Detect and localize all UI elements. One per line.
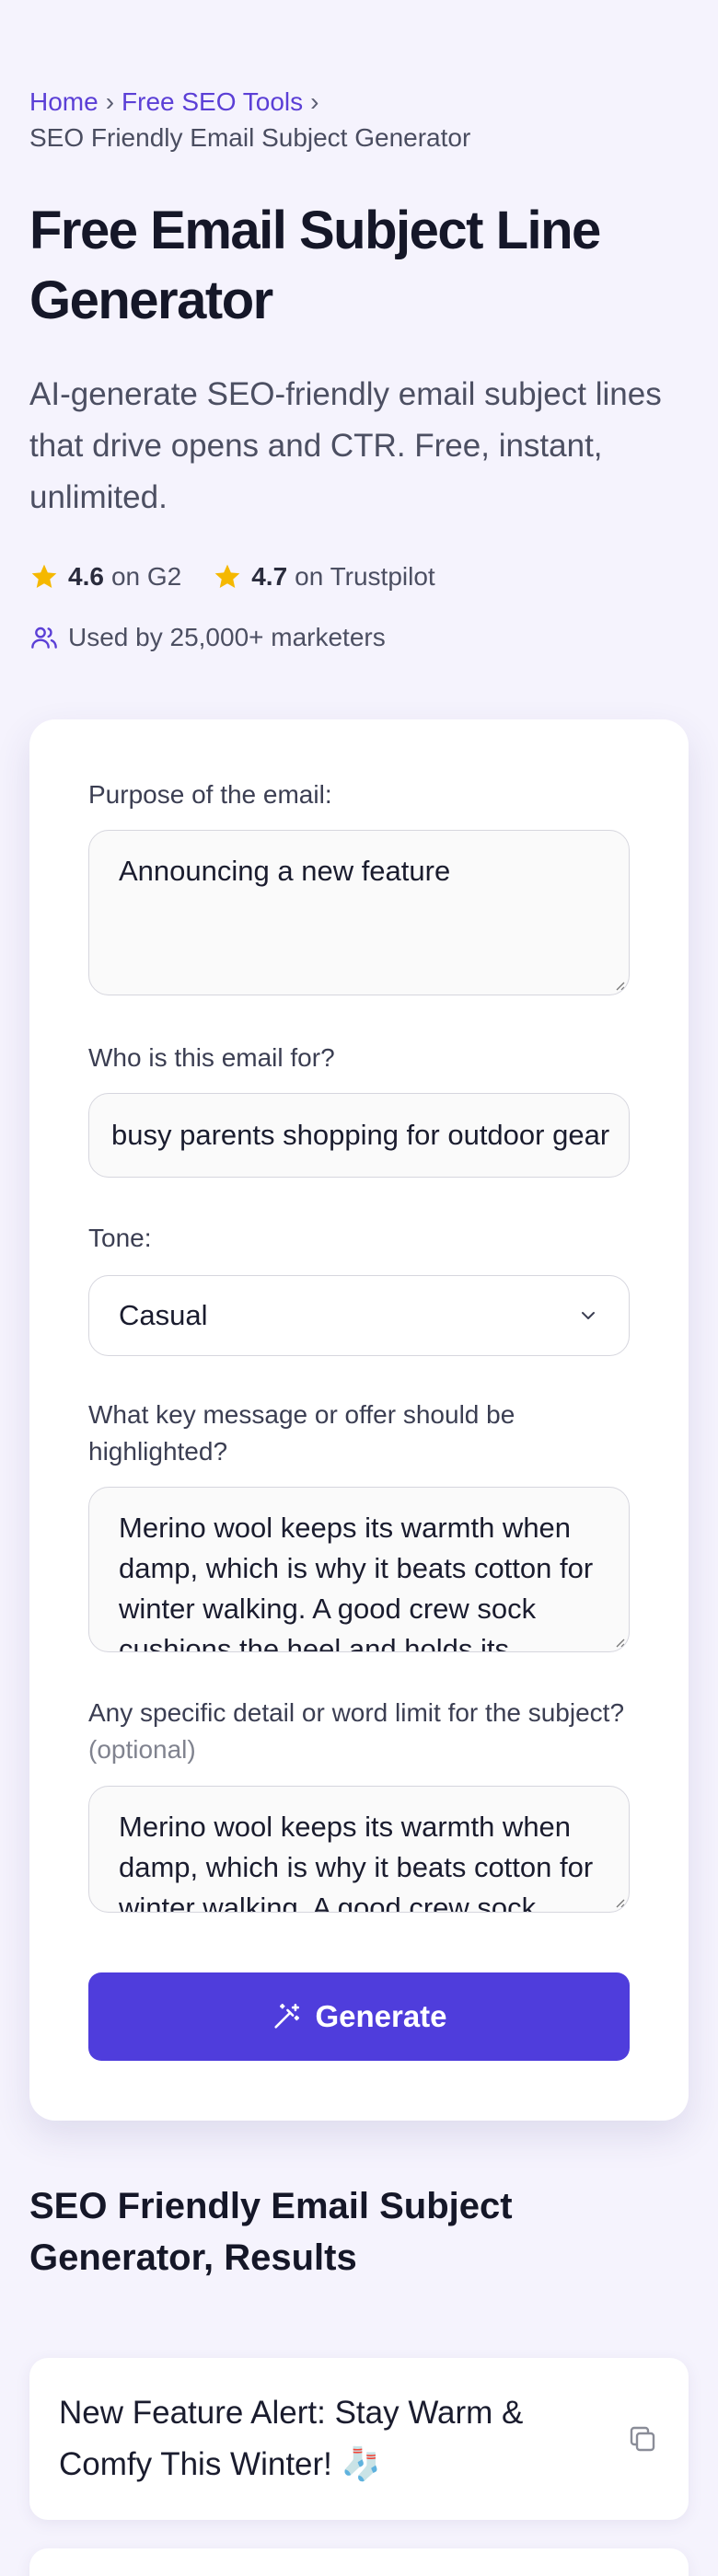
message-label: What key message or offer should be high… bbox=[88, 1400, 515, 1466]
result-text: New Feature Alert: Stay Warm & Comfy Thi… bbox=[59, 2395, 524, 2482]
magic-wand-icon bbox=[274, 2003, 300, 2029]
detail-label: Any specific detail or word limit for th… bbox=[88, 1695, 630, 1768]
rating-trustpilot: 4.7 on Trustpilot bbox=[213, 562, 435, 592]
rating-site: on G2 bbox=[110, 562, 182, 591]
tone-select[interactable]: Casual bbox=[88, 1275, 630, 1356]
users-icon bbox=[31, 627, 57, 649]
results-title: SEO Friendly Email Subject Generator, Re… bbox=[29, 2186, 513, 2278]
rating-g2: 4.6 on G2 bbox=[29, 562, 181, 592]
rating-score: 4.7 bbox=[251, 562, 288, 591]
breadcrumb: Home › Free SEO Tools › SEO Friendly Email … bbox=[29, 0, 689, 155]
breadcrumb-current: SEO Friendly Email Subject Generator bbox=[29, 123, 471, 152]
purpose-label: Purpose of the email: bbox=[88, 780, 332, 809]
chevron-down-icon bbox=[582, 1312, 595, 1319]
breadcrumb-home-link[interactable]: Home bbox=[29, 87, 98, 116]
audience-value: busy parents shopping for outdoor gear bbox=[111, 1119, 610, 1151]
breadcrumb-tools-link[interactable]: Free SEO Tools bbox=[122, 87, 303, 116]
resize-handle-icon[interactable] bbox=[612, 978, 625, 991]
users-count: Used by 25,000+ marketers bbox=[29, 623, 689, 652]
purpose-textarea[interactable]: Announcing a new feature bbox=[88, 830, 630, 995]
star-icon bbox=[214, 564, 240, 588]
detail-textarea[interactable]: Merino wool keeps its warmth when damp, … bbox=[88, 1786, 630, 1913]
detail-optional: (optional) bbox=[88, 1735, 196, 1764]
result-item: New Feature Alert: Stay Warm & Comfy Thi… bbox=[29, 2358, 689, 2520]
page-title: Free Email Subject Line Generator bbox=[29, 201, 601, 330]
tone-value: Casual bbox=[119, 1299, 208, 1331]
users-text: Used by 25,000+ marketers bbox=[68, 623, 386, 651]
rating-score: 4.6 bbox=[68, 562, 104, 591]
result-item bbox=[29, 2548, 689, 2576]
generate-button[interactable]: Generate bbox=[88, 1972, 630, 2061]
generator-form: Purpose of the email: Announcing a new f… bbox=[29, 719, 689, 2121]
detail-value: Merino wool keeps its warmth when damp, … bbox=[119, 1811, 594, 1913]
resize-handle-icon[interactable] bbox=[612, 1635, 625, 1648]
message-textarea[interactable]: Merino wool keeps its warmth when damp, … bbox=[88, 1487, 630, 1652]
breadcrumb-separator: › bbox=[105, 87, 115, 116]
copy-icon[interactable] bbox=[626, 2422, 659, 2455]
purpose-value: Announcing a new feature bbox=[119, 855, 451, 887]
ratings-row: 4.6 on G2 4.7 on Trustpilot bbox=[29, 562, 689, 592]
audience-input[interactable]: busy parents shopping for outdoor gear bbox=[88, 1093, 630, 1178]
generate-label: Generate bbox=[315, 1999, 447, 2033]
audience-label: Who is this email for? bbox=[88, 1043, 335, 1072]
detail-label-text: Any specific detail or word limit for th… bbox=[88, 1698, 625, 1727]
page-subtitle: AI-generate SEO-friendly email subject l… bbox=[29, 376, 662, 515]
resize-handle-icon[interactable] bbox=[612, 1895, 625, 1908]
rating-site: on Trustpilot bbox=[295, 562, 435, 591]
star-icon bbox=[31, 564, 57, 588]
page: Home › Free SEO Tools › SEO Friendly Email … bbox=[0, 0, 718, 652]
tone-label: Tone: bbox=[88, 1224, 152, 1252]
message-value: Merino wool keeps its warmth when damp, … bbox=[119, 1512, 594, 1652]
breadcrumb-separator: › bbox=[310, 87, 319, 116]
